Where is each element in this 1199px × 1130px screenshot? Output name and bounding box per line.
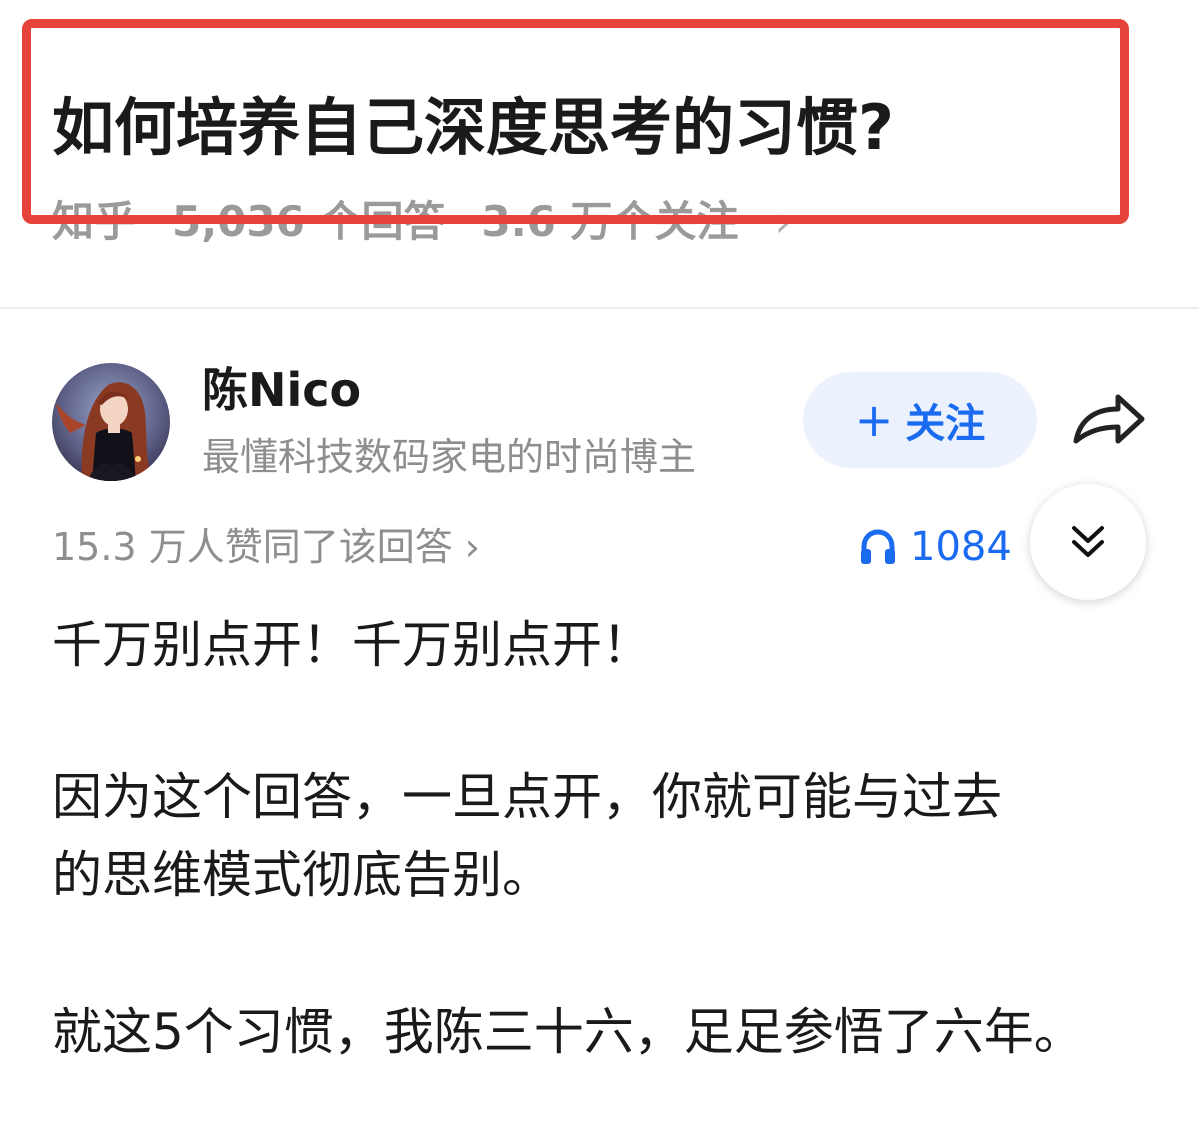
author-bio: 最懂科技数码家电的时尚博主: [202, 435, 697, 479]
double-chevron-down-icon: [1072, 526, 1104, 557]
avatar-image: [52, 363, 170, 481]
answer-paragraph: 因为这个回答，一旦点开，你就可能与过去 的思维模式彻底告别。: [52, 758, 1002, 914]
avatar[interactable]: [52, 363, 170, 481]
listen-button[interactable]: 1084: [858, 522, 1012, 572]
follow-label: 关注: [905, 401, 986, 447]
plus-icon: +: [854, 393, 894, 447]
chevron-right-icon: ›: [464, 525, 480, 569]
answer-line: 的思维模式彻底告别。: [52, 846, 552, 904]
answer-paragraph: 就这5个习惯，我陈三十六，足足参悟了六年。: [52, 1003, 1084, 1061]
divider: [0, 307, 1199, 309]
listen-count: 1084: [910, 524, 1012, 570]
share-button[interactable]: [1066, 385, 1152, 457]
red-highlight-box: [22, 19, 1129, 224]
answer-line: 因为这个回答，一旦点开，你就可能与过去: [52, 768, 1002, 826]
approve-count[interactable]: 15.3 万人赞同了该回答 ›: [52, 522, 480, 572]
approve-text: 15.3 万人赞同了该回答: [52, 525, 453, 569]
share-arrow-icon: [1073, 394, 1145, 444]
author-name[interactable]: 陈Nico: [202, 360, 361, 420]
collapse-button[interactable]: [1030, 484, 1146, 600]
answer-paragraph: 千万别点开！千万别点开！: [52, 616, 652, 674]
headphones-icon: [861, 529, 895, 564]
follow-button[interactable]: + 关注: [803, 372, 1037, 468]
